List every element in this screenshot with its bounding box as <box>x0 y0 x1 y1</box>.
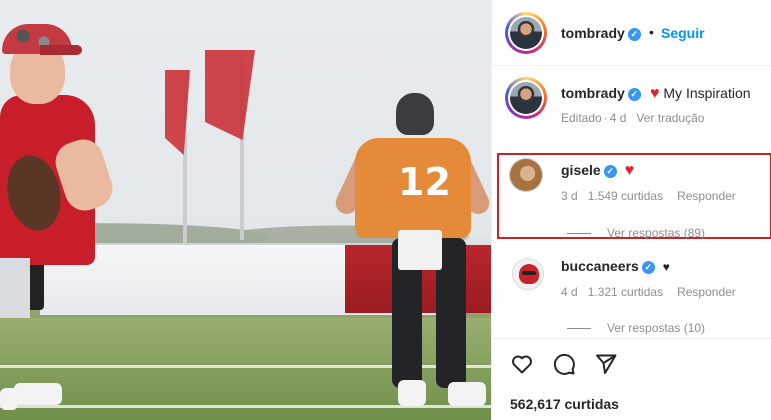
separator-dot: • <box>649 24 654 40</box>
verified-icon: ✓ <box>603 164 617 178</box>
shoe <box>0 388 18 410</box>
skull-eyes <box>522 271 536 275</box>
black-heart-icon: ♥ <box>662 260 670 274</box>
caption-avatar[interactable] <box>505 77 547 119</box>
avatar-image <box>510 17 542 49</box>
helmet <box>396 93 434 135</box>
comment-username-text: gisele <box>561 162 601 178</box>
comment-age: 4 d <box>561 285 578 299</box>
replies-dash <box>567 328 591 330</box>
post-photo: 12 <box>0 0 491 420</box>
comment-avatar-gisele[interactable] <box>509 158 543 192</box>
comment-likes[interactable]: 1.549 curtidas <box>588 189 663 203</box>
flag <box>205 50 255 140</box>
comment-username-buccaneers[interactable]: buccaneers ✓ ♥ <box>561 258 670 274</box>
likes-count[interactable]: 562,617 curtidas <box>510 396 619 412</box>
verified-icon: ✓ <box>627 27 641 41</box>
meta-separator: · <box>603 111 608 125</box>
caption-username[interactable]: tombrady ✓ <box>561 85 641 101</box>
comment-username-text: buccaneers <box>561 258 639 274</box>
follow-button[interactable]: Seguir <box>661 25 705 41</box>
verified-icon: ✓ <box>641 260 655 274</box>
comment-username-gisele[interactable]: gisele ✓ ♥ <box>561 162 634 180</box>
replies-dash <box>567 233 591 235</box>
comment-bubble-icon[interactable] <box>551 351 577 377</box>
comment-meta-buccaneers: 4 d 1.321 curtidas Responder <box>561 285 746 299</box>
reply-button[interactable]: Responder <box>677 285 736 299</box>
towel <box>398 230 442 270</box>
author-avatar[interactable] <box>505 12 547 54</box>
shoe <box>398 380 426 406</box>
caption-text: My Inspiration <box>663 85 751 101</box>
view-replies-label: Ver respostas (10) <box>607 321 706 335</box>
caption-meta: Editado · 4 d Ver tradução <box>561 111 714 125</box>
comment-age: 3 d <box>561 189 578 203</box>
edited-label: Editado <box>561 111 602 125</box>
caption-body: ♥ My Inspiration <box>650 85 751 103</box>
heart-outline-icon[interactable] <box>509 351 535 377</box>
author-username-text: tombrady <box>561 25 625 41</box>
view-replies-buccaneers[interactable]: Ver respostas (10) <box>567 321 705 335</box>
comment-avatar-buccaneers[interactable] <box>512 258 544 290</box>
view-replies-gisele[interactable]: Ver respostas (89) <box>567 226 705 240</box>
view-replies-label: Ver respostas (89) <box>607 226 706 240</box>
cap-brim <box>40 45 82 55</box>
paper-plane-icon[interactable] <box>593 351 619 377</box>
avatar-image <box>510 159 542 191</box>
translate-link[interactable]: Ver tradução <box>636 111 704 125</box>
reply-button[interactable]: Responder <box>677 189 736 203</box>
red-heart-icon: ♥ <box>624 162 635 179</box>
shoe <box>14 383 62 405</box>
post-header: tombrady ✓ • Seguir <box>492 0 771 66</box>
post-side-panel: tombrady ✓ • Seguir tombrady ✓ ♥ My Inspir… <box>491 0 771 420</box>
caption-username-text: tombrady <box>561 85 625 101</box>
comment-meta-gisele: 3 d 1.549 curtidas Responder <box>561 189 746 203</box>
red-heart-icon: ♥ <box>650 85 660 102</box>
author-username[interactable]: tombrady ✓ <box>561 25 641 41</box>
comment-likes[interactable]: 1.321 curtidas <box>588 285 663 299</box>
caption-age: 4 d <box>609 111 627 125</box>
kid-shorts <box>0 258 30 318</box>
avatar-image <box>510 82 542 114</box>
jersey-number: 12 <box>398 160 451 204</box>
verified-icon: ✓ <box>627 87 641 101</box>
shoe <box>448 382 486 406</box>
